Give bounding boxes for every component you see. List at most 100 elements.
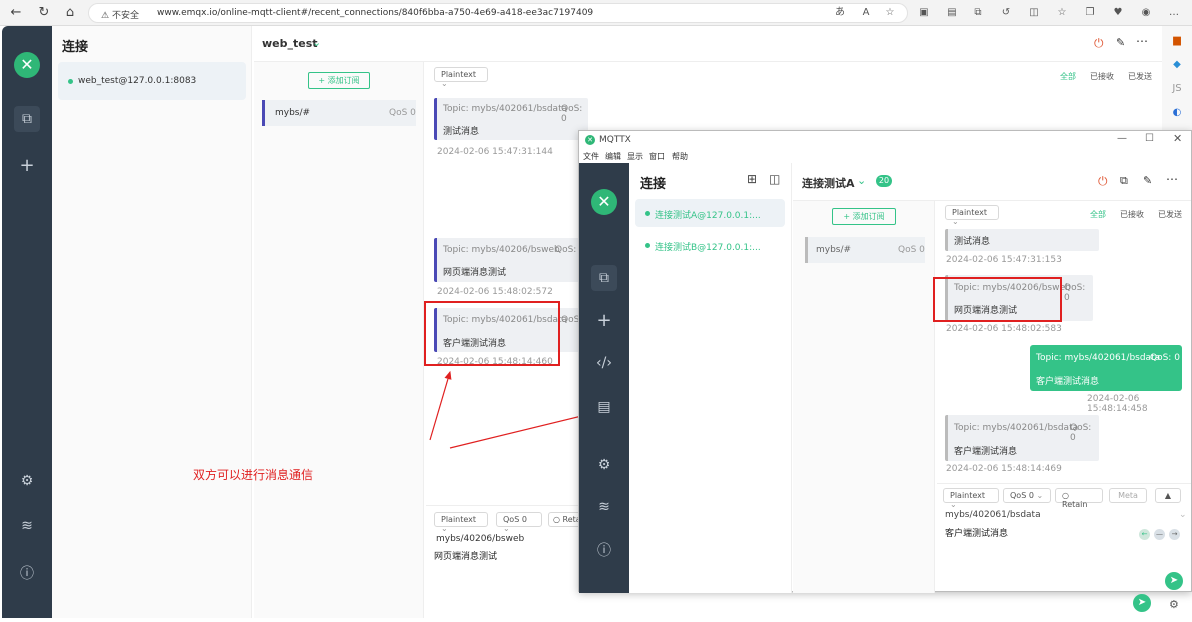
more-options-icon[interactable]: ⋯ [1166, 172, 1178, 186]
minimize-icon[interactable]: — [1117, 133, 1127, 144]
filter-received[interactable]: 已接收 [1120, 209, 1144, 220]
add-subscription-button[interactable]: + 添加订阅 [832, 208, 896, 225]
add-connection-icon[interactable]: + [594, 311, 614, 331]
filter-sent[interactable]: 已发送 [1158, 209, 1182, 220]
rss-icon[interactable]: ≋ [17, 516, 37, 536]
message-time: 2024-02-06 15:48:02:583 [946, 324, 1062, 334]
retain-toggle[interactable]: ○ Retain [1055, 488, 1103, 509]
connection-item[interactable]: web_test@127.0.0.1:8083 [58, 62, 246, 100]
menu-edit[interactable]: 编辑 [605, 151, 621, 162]
maximize-icon[interactable]: ☐ [1145, 133, 1154, 144]
info-icon[interactable]: ⓘ [17, 564, 37, 584]
mqttx-window: ✕ MQTTX — ☐ ✕ 文件 编辑 显示 窗口 帮助 ✕ ⧉ + ‹/› ▤… [578, 130, 1192, 593]
more-icon[interactable]: … [1168, 7, 1180, 19]
address-bar[interactable]: ⚠ 不安全 www.emqx.io/online-mqtt-client#/re… [88, 3, 908, 23]
next-history-icon[interactable]: → [1169, 529, 1180, 540]
menu-file[interactable]: 文件 [583, 151, 599, 162]
refresh-icon[interactable]: ↻ [36, 5, 52, 21]
message-count-badge: 20 [876, 175, 892, 187]
script-icon[interactable]: ‹/› [594, 353, 614, 373]
settings-icon[interactable]: ⚙ [594, 455, 614, 475]
toggle-panel-icon[interactable]: ◫ [769, 172, 780, 186]
js-icon[interactable]: JS [1170, 82, 1184, 96]
power-icon[interactable]: ⏻ [1098, 174, 1108, 189]
mqttx-logo-icon: ✕ [14, 52, 40, 78]
subscription-item[interactable]: mybs/# QoS 0 [262, 100, 416, 126]
edge-ext-icon[interactable]: ◉ [1140, 7, 1152, 19]
wave-icon[interactable]: ◐ [1170, 106, 1184, 120]
publish-topic-input[interactable]: mybs/402061/bsdata [945, 510, 1041, 520]
clear-history-icon[interactable]: — [1154, 529, 1165, 540]
edit-icon[interactable]: ✎ [1116, 36, 1125, 49]
toolbox-icon[interactable]: ▆ [1170, 34, 1184, 48]
power-icon[interactable]: ⏻ [1094, 36, 1104, 51]
publish-format-select[interactable]: Plaintext ⌄ [943, 488, 999, 509]
web-settings-icon[interactable]: ⚙ [1169, 598, 1179, 611]
edit-icon[interactable]: ✎ [1143, 174, 1152, 187]
desktop-connections-panel: 连接 ⊞ ◫ 连接测试A@127.0.0.1:... 连接测试B@127.0.0… [629, 163, 792, 593]
add-subscription-button[interactable]: + 添加订阅 [308, 72, 370, 89]
favorites-icon[interactable]: ☆ [1056, 7, 1068, 19]
back-icon[interactable]: ← [8, 5, 24, 21]
refresh-ext-icon[interactable]: ↺ [1000, 7, 1012, 19]
shopping-icon[interactable]: ◆ [1170, 58, 1184, 72]
annotation-text: 双方可以进行消息通信 [193, 468, 314, 482]
add-connection-icon[interactable]: + [17, 156, 37, 176]
prev-history-icon[interactable]: ← [1139, 529, 1150, 540]
copy-icon[interactable]: ⧉ [1120, 174, 1128, 188]
insecure-warning[interactable]: ⚠ 不安全 [101, 8, 139, 21]
rss-icon[interactable]: ≋ [594, 497, 614, 517]
filter-all[interactable]: 全部 [1060, 71, 1076, 82]
publish-format-select[interactable]: Plaintext ⌄ [434, 512, 488, 533]
subscription-item[interactable]: mybs/# QoS 0 [805, 237, 925, 263]
filter-sent[interactable]: 已发送 [1128, 71, 1152, 82]
filter-received[interactable]: 已接收 [1090, 71, 1114, 82]
collections-icon[interactable]: ⧉ [972, 7, 984, 19]
new-folder-icon[interactable]: ⊞ [747, 172, 757, 186]
favorite-star-icon[interactable]: ☆ [884, 7, 896, 19]
settings-icon[interactable]: ⚙ [17, 471, 37, 491]
connection-item-a[interactable]: 连接测试A@127.0.0.1:... [635, 199, 785, 227]
desktop-rail: ✕ ⧉ + ‹/› ▤ ⚙ ≋ ⓘ [579, 163, 629, 593]
url-text[interactable]: www.emqx.io/online-mqtt-client#/recent_c… [157, 8, 593, 18]
online-dot-icon [645, 211, 650, 216]
info-icon[interactable]: ⓘ [594, 541, 614, 561]
expand-icon[interactable]: ▲ [1155, 488, 1181, 503]
format-select[interactable]: Plaintext ⌄ [945, 205, 999, 226]
topic-dropdown-icon[interactable]: ⌄ [1179, 510, 1187, 520]
web-send-button-icon[interactable]: ➤ [1133, 594, 1151, 612]
filter-all[interactable]: 全部 [1090, 209, 1106, 220]
extension-badge-icon[interactable]: ▤ [946, 7, 958, 19]
log-icon[interactable]: ▤ [594, 397, 614, 417]
more-options-icon[interactable]: ⋯ [1136, 34, 1148, 48]
menu-help[interactable]: 帮助 [672, 151, 688, 162]
split-screen-icon[interactable]: ◫ [1028, 7, 1040, 19]
translate-icon[interactable]: あ [834, 7, 846, 19]
publish-payload-input[interactable]: 网页端消息测试 [434, 549, 497, 562]
read-aloud-icon[interactable]: A [860, 7, 872, 19]
connection-item-b[interactable]: 连接测试B@127.0.0.1:... [635, 231, 785, 259]
connection-header: web_test ⌄ ⏻ ✎ ⋯ [254, 26, 1162, 62]
extension-icon[interactable]: ▣ [918, 7, 930, 19]
chevron-down-icon[interactable]: ⌄ [312, 36, 321, 49]
home-icon[interactable]: ⌂ [62, 5, 78, 21]
close-icon[interactable]: ✕ [1173, 132, 1182, 145]
health-icon[interactable]: ♥ [1112, 7, 1124, 19]
message-card: Topic: mybs/40206/bsweb QoS: 0 网页端消息测试 [434, 238, 588, 282]
highlight-box [933, 277, 1062, 322]
publish-topic-input[interactable]: mybs/40206/bsweb [436, 534, 524, 544]
connections-icon[interactable]: ⧉ [591, 265, 617, 291]
collections2-icon[interactable]: ❐ [1084, 7, 1096, 19]
publish-qos-select[interactable]: QoS 0 ⌄ [496, 512, 542, 533]
menu-view[interactable]: 显示 [627, 151, 643, 162]
meta-button[interactable]: Meta [1109, 488, 1147, 503]
send-button-icon[interactable]: ➤ [1165, 572, 1183, 590]
chevron-down-icon[interactable]: ⌄ [857, 174, 866, 187]
format-select[interactable]: Plaintext ⌄ [434, 67, 488, 88]
menu-window[interactable]: 窗口 [649, 151, 665, 162]
connections-icon[interactable]: ⧉ [14, 106, 40, 132]
publish-payload-input[interactable]: 客户端测试消息 [945, 526, 1008, 539]
publish-qos-select[interactable]: QoS 0 ⌄ [1003, 488, 1051, 503]
window-titlebar: ✕ MQTTX — ☐ ✕ [579, 131, 1191, 149]
message-time: 2024-02-06 15:48:14:458 [1087, 394, 1148, 414]
